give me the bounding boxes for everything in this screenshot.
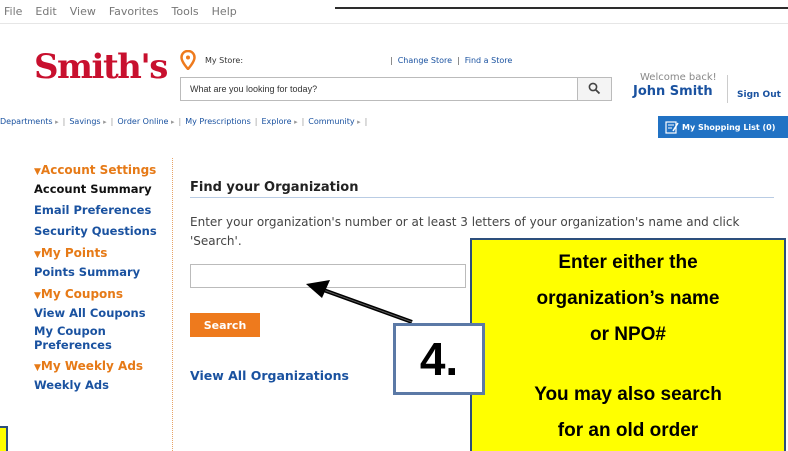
step-number-badge: 4.: [393, 323, 485, 395]
left-callout-edge: [0, 426, 8, 451]
